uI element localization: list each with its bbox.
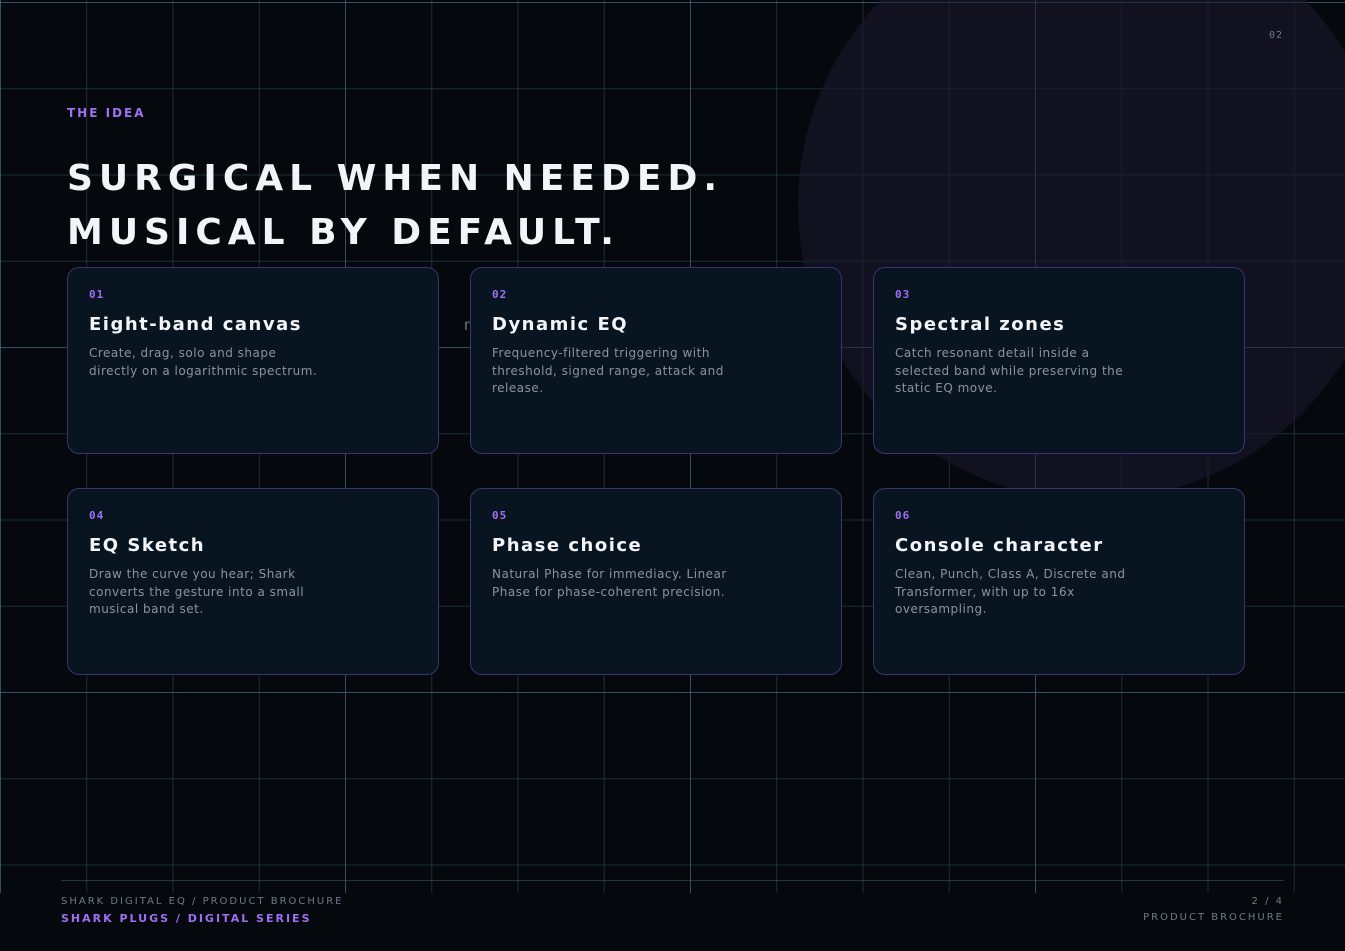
feature-card: 06 Console character Clean, Punch, Class… [873,488,1245,675]
footer-page-count: 2 / 4 [1251,896,1284,907]
card-number: 05 [492,509,508,522]
card-title: Dynamic EQ [492,314,629,335]
page-number: 02 [1268,30,1283,41]
card-title: Phase choice [492,535,643,556]
brochure-page: 02 THE IDEA SURGICAL WHEN NEEDED. MUSICA… [0,0,1345,951]
footer-divider [61,880,1284,881]
feature-card: 05 Phase choice Natural Phase for immedi… [470,488,842,675]
card-description: Clean, Punch, Class A, Discrete and Tran… [895,567,1126,616]
card-number: 01 [89,288,105,301]
card-title: Eight-band canvas [89,314,302,335]
card-title: EQ Sketch [89,535,206,556]
card-number: 03 [895,288,911,301]
footer-doc-label: PRODUCT BROCHURE [1143,912,1284,923]
page-headline: SURGICAL WHEN NEEDED. MUSICAL BY DEFAULT… [67,152,723,260]
headline-line-2: MUSICAL BY DEFAULT. [67,212,620,253]
card-number: 02 [492,288,508,301]
card-description: Create, drag, solo and shape directly on… [89,346,318,378]
feature-card: 01 Eight-band canvas Create, drag, solo … [67,267,439,454]
feature-card: 02 Dynamic EQ Frequency-filtered trigger… [470,267,842,454]
card-title: Console character [895,535,1104,556]
headline-line-1: SURGICAL WHEN NEEDED. [67,158,724,199]
card-description: Draw the curve you hear; Shark converts … [89,567,305,616]
card-number: 04 [89,509,105,522]
section-eyebrow: THE IDEA [67,106,146,120]
card-description: Catch resonant detail inside a selected … [895,346,1124,395]
footer-product-label: SHARK DIGITAL EQ / PRODUCT BROCHURE [61,896,344,907]
card-number: 06 [895,509,911,522]
feature-card: 03 Spectral zones Catch resonant detail … [873,267,1245,454]
card-description: Natural Phase for immediacy. Linear Phas… [492,567,727,599]
card-description: Frequency-filtered triggering with thres… [492,346,724,395]
footer-brand-label: SHARK PLUGS / DIGITAL SERIES [61,912,312,925]
card-title: Spectral zones [895,314,1066,335]
feature-card: 04 EQ Sketch Draw the curve you hear; Sh… [67,488,439,675]
